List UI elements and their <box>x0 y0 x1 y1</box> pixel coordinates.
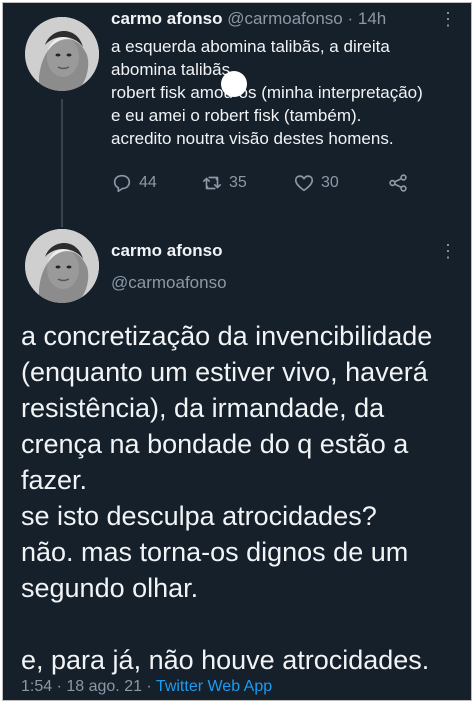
tweet-line: abomina talibãs <box>111 60 231 79</box>
tweet-line: se isto desculpa atrocidades? <box>21 501 377 531</box>
tweet-line: segundo olhar. <box>21 573 199 603</box>
like-button[interactable]: 30 <box>293 171 339 195</box>
tweet1-actions: 44 35 30 <box>111 171 431 195</box>
tweet-meta: 1:54 · 18 ago. 21 · Twitter Web App <box>21 678 272 696</box>
tweet-line: resistência), da irmandade, da <box>21 393 385 423</box>
reply-icon <box>113 174 131 193</box>
tweet1-text: a esquerda abomina talibãs, a direita ab… <box>111 35 461 150</box>
reply-count: 44 <box>139 174 157 191</box>
share-icon <box>389 174 407 192</box>
avatar[interactable] <box>25 17 99 91</box>
more-icon[interactable]: ⋮ <box>439 241 457 261</box>
retweet-count: 35 <box>229 174 247 191</box>
tweet-thread: carmo afonso @carmoafonso · 14h ⋮ a esqu… <box>2 2 472 701</box>
author-name[interactable]: carmo afonso <box>111 241 222 261</box>
tweet-timestamp[interactable]: 1:54 · 18 ago. 21 · <box>21 678 152 695</box>
tweet1-header: carmo afonso @carmoafonso · 14h <box>111 9 386 29</box>
avatar-image <box>25 229 99 303</box>
more-icon[interactable]: ⋮ <box>439 9 457 29</box>
share-button[interactable] <box>387 171 415 195</box>
author-handle[interactable]: @carmoafonso <box>111 273 227 293</box>
tweet-time[interactable]: 14h <box>358 9 386 28</box>
time-separator: · <box>347 9 354 28</box>
tweet-line: a concretização da invencibilidade <box>21 321 433 351</box>
retweet-icon <box>202 176 222 190</box>
tweet-line: a esquerda abomina talibãs, a direita <box>111 37 390 56</box>
tweet-line: fazer. <box>21 465 88 495</box>
tweet2-text: a concretização da invencibilidade (enqu… <box>21 318 469 678</box>
reply-button[interactable]: 44 <box>111 171 157 195</box>
image-artifact <box>221 71 247 97</box>
thread-connector <box>61 99 63 227</box>
author-handle[interactable]: @carmoafonso <box>227 9 343 28</box>
tweet-line: acredito noutra visão destes homens. <box>111 129 394 148</box>
tweet-line: robert fisk amou-os (minha interpretação… <box>111 83 423 102</box>
tweet-line: não. mas torna-os dignos de um <box>21 537 409 567</box>
tweet-line: e, para já, não houve atrocidades. <box>21 645 430 675</box>
like-count: 30 <box>321 174 339 191</box>
avatar[interactable] <box>25 229 99 303</box>
tweet-line <box>21 606 469 642</box>
tweet-line: e eu amei o robert fisk (também). <box>111 106 362 125</box>
heart-icon <box>294 175 314 192</box>
tweet-source[interactable]: Twitter Web App <box>156 678 272 695</box>
retweet-button[interactable]: 35 <box>201 171 247 195</box>
tweet-line: (enquanto um estiver vivo, haverá <box>21 357 428 387</box>
avatar-image <box>25 17 99 91</box>
author-name[interactable]: carmo afonso <box>111 9 222 28</box>
tweet-line: crença na bondade do q estão a <box>21 429 409 459</box>
